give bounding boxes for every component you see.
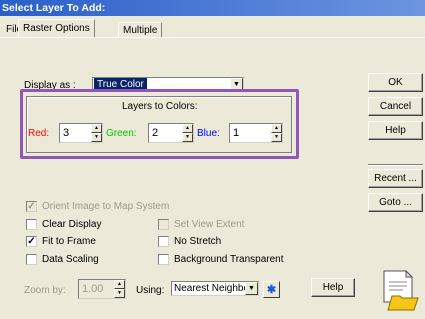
tab-multiple[interactable]: Multiple: [118, 22, 163, 38]
zoom-stepper: 1.00 ▲ ▼: [78, 279, 126, 299]
spin-up-icon[interactable]: ▲: [91, 124, 102, 133]
data-scaling-checkbox[interactable]: [26, 254, 37, 265]
star-icon[interactable]: ✱: [263, 281, 280, 298]
set-view-extent-label: Set View Extent: [174, 219, 245, 230]
recent-button[interactable]: Recent ...: [368, 169, 423, 188]
help-button[interactable]: Help: [368, 121, 423, 140]
zoom-value: 1.00: [82, 283, 104, 295]
using-label: Using:: [136, 285, 165, 296]
tab-divider: [0, 37, 425, 38]
zoom-label: Zoom by:: [24, 285, 66, 296]
green-band-value: 2: [152, 127, 159, 139]
red-band-stepper[interactable]: 3 ▲ ▼: [59, 123, 103, 143]
set-view-extent-checkbox: [158, 219, 169, 230]
clear-display-label: Clear Display: [42, 219, 102, 230]
ok-button[interactable]: OK: [368, 73, 423, 92]
orient-label: Orient Image to Map System: [42, 201, 170, 212]
goto-button[interactable]: Goto ...: [368, 193, 423, 212]
green-band-stepper[interactable]: 2 ▲ ▼: [148, 123, 194, 143]
clear-display-checkbox[interactable]: [26, 219, 37, 230]
green-label: Green:: [106, 128, 137, 139]
spin-down-icon[interactable]: ▼: [271, 133, 282, 142]
background-transparent-checkbox[interactable]: [158, 254, 169, 265]
blue-band-value: 1: [233, 127, 240, 139]
zoom-help-button[interactable]: Help: [311, 278, 355, 297]
orient-checkbox: ✓: [26, 201, 37, 212]
red-label: Red:: [28, 128, 50, 139]
chevron-down-icon[interactable]: ▼: [245, 282, 258, 295]
open-folder-icon[interactable]: [378, 270, 422, 312]
layers-to-colors-label: Layers to Colors:: [122, 101, 198, 112]
resample-method-value: Nearest Neighbor: [174, 283, 253, 294]
blue-band-stepper[interactable]: 1 ▲ ▼: [229, 123, 283, 143]
background-transparent-label: Background Transparent: [174, 254, 284, 265]
data-scaling-label: Data Scaling: [42, 254, 99, 265]
tab-raster-options[interactable]: Raster Options: [18, 19, 95, 38]
spin-up-icon[interactable]: ▲: [182, 124, 193, 133]
spin-down-icon: ▼: [114, 289, 125, 298]
resample-method-select[interactable]: Nearest Neighbor ▼: [171, 281, 259, 296]
spin-down-icon[interactable]: ▼: [182, 133, 193, 142]
cancel-button[interactable]: Cancel: [368, 97, 423, 116]
no-stretch-checkbox[interactable]: [158, 236, 169, 247]
fit-to-frame-label: Fit to Frame: [42, 236, 96, 247]
no-stretch-label: No Stretch: [174, 236, 222, 247]
blue-label: Blue:: [197, 128, 220, 139]
spin-up-icon[interactable]: ▲: [271, 124, 282, 133]
window-title: Select Layer To Add:: [0, 0, 425, 16]
tab-strip: File Raster Options Multiple: [0, 19, 425, 38]
spin-down-icon[interactable]: ▼: [91, 133, 102, 142]
spin-up-icon: ▲: [114, 280, 125, 289]
button-separator: [368, 164, 423, 166]
fit-to-frame-checkbox[interactable]: ✓: [26, 236, 37, 247]
red-band-value: 3: [63, 127, 70, 139]
